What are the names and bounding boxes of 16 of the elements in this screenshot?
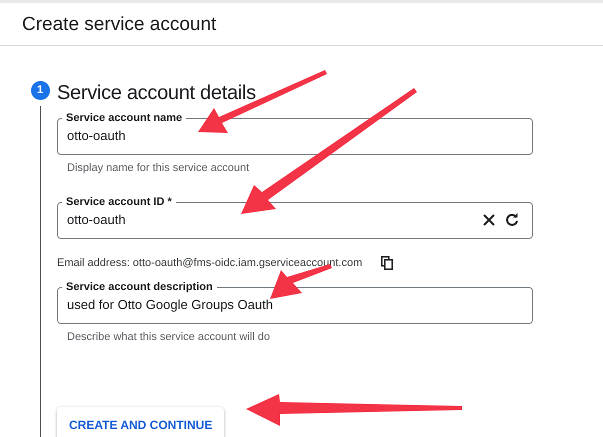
helper-text: Describe what this service account will do (66, 330, 271, 344)
field-label: Service account name (65, 111, 184, 126)
field-label: Service account description (65, 280, 214, 295)
page-title: Create service account (22, 13, 218, 37)
text-field[interactable]: Service account ID * otto-oauth (57, 194, 533, 238)
text-input[interactable]: used for Otto Google Groups Oauth (67, 295, 524, 314)
helper-text: Display name for this service account (66, 160, 250, 176)
step-number: 1 (30, 81, 50, 100)
email-address-text: Email address: otto-oauth@fms-oidc.iam.gserviceaccount.com (57, 256, 362, 270)
text-input[interactable]: otto-oauth (67, 210, 478, 230)
text-field[interactable]: Service account description used for Otto Google Groups Oauth (57, 279, 533, 324)
create-and-continue-button[interactable]: CREATE AND CONTINUE (57, 407, 224, 437)
step-title: Service account details (57, 81, 257, 106)
field-label: Service account ID * (65, 195, 173, 210)
text-field[interactable]: Service account name otto-oauth (57, 110, 533, 154)
text-input[interactable]: otto-oauth (67, 126, 524, 146)
